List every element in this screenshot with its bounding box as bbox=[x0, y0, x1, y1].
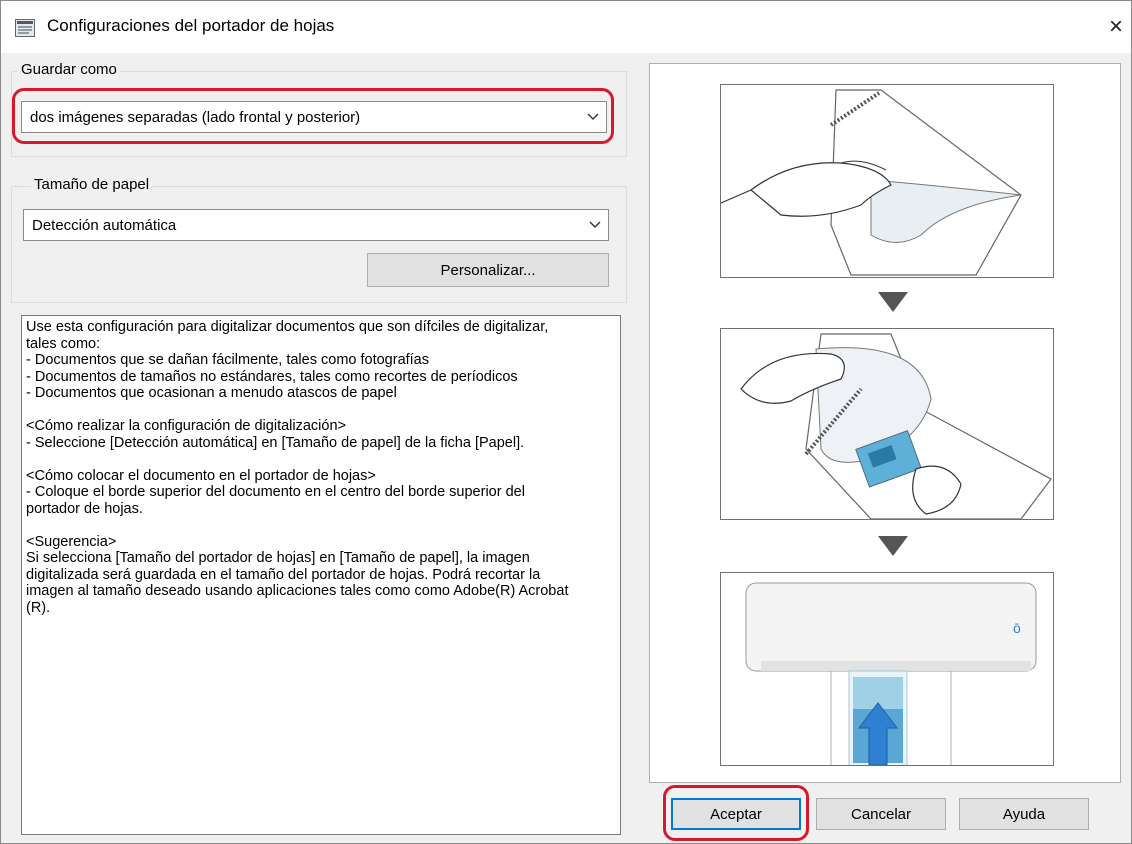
scanner-icon: ō bbox=[745, 582, 1037, 765]
save-as-legend: Guardar como bbox=[18, 61, 120, 78]
cancel-button[interactable]: Cancelar bbox=[816, 798, 946, 830]
help-button[interactable]: Ayuda bbox=[959, 798, 1089, 830]
illustration-step-open-carrier bbox=[720, 84, 1054, 278]
window-title: Configuraciones del portador de hojas bbox=[47, 16, 335, 35]
dialog-window: Configuraciones del portador de hojas × … bbox=[0, 0, 1132, 844]
svg-text:ō: ō bbox=[1013, 620, 1021, 636]
chevron-down-icon bbox=[582, 210, 608, 240]
illustration-step-insert-document bbox=[720, 328, 1054, 520]
illustration-step-feed-scanner: ō bbox=[720, 572, 1054, 766]
illustration-area: ō bbox=[649, 63, 1121, 783]
app-icon bbox=[15, 19, 35, 37]
description-text: Use esta configuración para digitalizar … bbox=[21, 315, 621, 835]
ok-button-highlight bbox=[663, 785, 809, 841]
customize-button[interactable]: Personalizar... bbox=[367, 253, 609, 287]
title-bar: Configuraciones del portador de hojas × bbox=[1, 1, 1131, 53]
arrow-down-icon bbox=[878, 536, 908, 556]
close-icon[interactable]: × bbox=[1101, 9, 1131, 45]
arrow-down-icon bbox=[878, 292, 908, 312]
paper-size-select[interactable]: Detección automática bbox=[23, 209, 609, 241]
paper-size-legend: Tamaño de papel bbox=[31, 176, 153, 193]
paper-size-value: Detección automática bbox=[32, 216, 177, 234]
save-as-highlight bbox=[12, 88, 614, 144]
